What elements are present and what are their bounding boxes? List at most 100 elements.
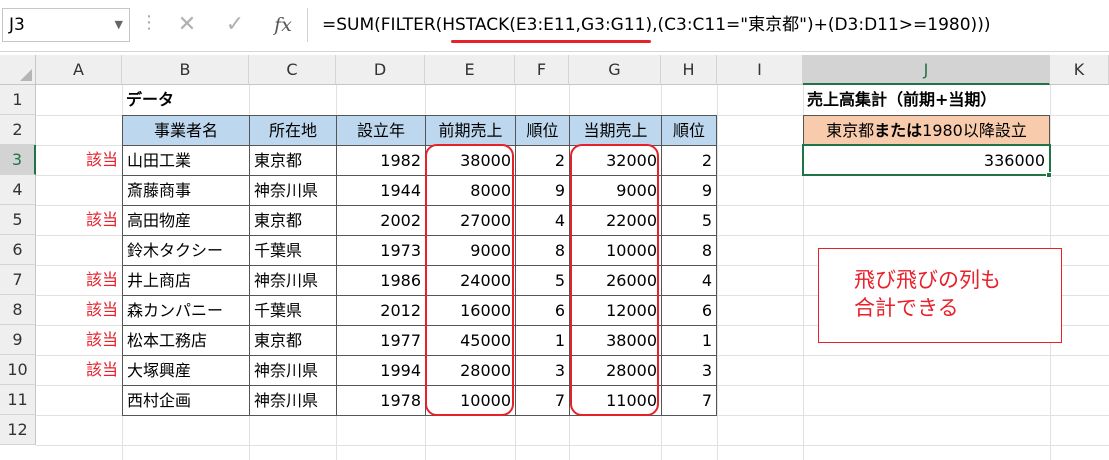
cell-name[interactable]: 井上商店 <box>122 265 250 296</box>
cell-curr[interactable]: 32000 <box>569 145 662 176</box>
cell-prev[interactable]: 9000 <box>425 235 516 266</box>
cell-prev[interactable]: 28000 <box>425 355 516 386</box>
cell-curr[interactable]: 11000 <box>569 385 662 416</box>
table-header-year[interactable]: 設立年 <box>336 115 426 146</box>
cell-loc[interactable]: 神奈川県 <box>249 385 337 416</box>
cell-flag[interactable]: 該当 <box>36 355 122 385</box>
row-header-8[interactable]: 8 <box>0 295 36 325</box>
cell-year[interactable]: 2012 <box>336 295 426 326</box>
result-cell[interactable]: 336000 <box>802 144 1051 176</box>
table-header-curr-sales[interactable]: 当期売上 <box>569 115 662 146</box>
row-header-4[interactable]: 4 <box>0 175 36 205</box>
cell-rank1[interactable]: 3 <box>515 355 570 386</box>
cell-loc[interactable]: 千葉県 <box>249 235 337 266</box>
col-header-a[interactable]: A <box>36 55 122 85</box>
cell-loc[interactable]: 神奈川県 <box>249 175 337 206</box>
cell-flag[interactable]: 該当 <box>36 205 122 235</box>
row-header-9[interactable]: 9 <box>0 325 36 355</box>
cell-rank2[interactable]: 3 <box>661 355 717 386</box>
cell-loc[interactable]: 東京都 <box>249 325 337 356</box>
row-header-2[interactable]: 2 <box>0 115 36 145</box>
cell-prev[interactable]: 27000 <box>425 205 516 236</box>
cell-loc[interactable]: 神奈川県 <box>249 265 337 296</box>
col-header-i[interactable]: I <box>717 55 803 85</box>
col-header-d[interactable]: D <box>336 55 425 85</box>
cell-rank2[interactable]: 7 <box>661 385 717 416</box>
cell-loc[interactable]: 千葉県 <box>249 295 337 326</box>
col-header-e[interactable]: E <box>425 55 515 85</box>
cell-year[interactable]: 1986 <box>336 265 426 296</box>
cell-year[interactable]: 1977 <box>336 325 426 356</box>
summary-title[interactable]: 売上高集計（前期+当期） <box>803 85 1050 115</box>
row-header-10[interactable]: 10 <box>0 355 36 385</box>
cell-flag[interactable] <box>36 175 122 205</box>
enter-icon[interactable]: ✓ <box>220 10 250 40</box>
cell-rank1[interactable]: 6 <box>515 295 570 326</box>
row-header-6[interactable]: 6 <box>0 235 36 265</box>
cancel-icon[interactable]: ✕ <box>172 10 202 40</box>
name-box[interactable]: J3 ▼ <box>2 8 130 42</box>
cell-year[interactable]: 2002 <box>336 205 426 236</box>
row-header-3[interactable]: 3 <box>0 145 36 175</box>
col-header-j[interactable]: J <box>803 55 1050 85</box>
cell-loc[interactable]: 神奈川県 <box>249 355 337 386</box>
cell-prev[interactable]: 8000 <box>425 175 516 206</box>
cell-curr[interactable]: 10000 <box>569 235 662 266</box>
cell-flag[interactable]: 該当 <box>36 145 122 175</box>
cell-curr[interactable]: 22000 <box>569 205 662 236</box>
cell-name[interactable]: 高田物産 <box>122 205 250 236</box>
cell-rank1[interactable]: 4 <box>515 205 570 236</box>
row-header-7[interactable]: 7 <box>0 265 36 295</box>
cell-rank2[interactable]: 9 <box>661 175 717 206</box>
formula-input[interactable]: =SUM(FILTER(HSTACK(E3:E11,G3:G11),(C3:C1… <box>307 8 1109 42</box>
cell-flag[interactable]: 該当 <box>36 325 122 355</box>
col-header-c[interactable]: C <box>249 55 336 85</box>
cell-loc[interactable]: 東京都 <box>249 145 337 176</box>
cell-curr[interactable]: 28000 <box>569 355 662 386</box>
cell-curr[interactable]: 9000 <box>569 175 662 206</box>
cell-year[interactable]: 1994 <box>336 355 426 386</box>
col-header-g[interactable]: G <box>569 55 661 85</box>
col-header-k[interactable]: K <box>1050 55 1109 85</box>
insert-function-icon[interactable]: fx <box>268 10 298 40</box>
cell-prev[interactable]: 45000 <box>425 325 516 356</box>
cell-flag[interactable]: 該当 <box>36 265 122 295</box>
chevron-down-icon[interactable]: ▼ <box>115 9 123 41</box>
cell-rank2[interactable]: 4 <box>661 265 717 296</box>
cell-year[interactable]: 1973 <box>336 235 426 266</box>
cell-name[interactable]: 鈴木タクシー <box>122 235 250 266</box>
cell-flag[interactable] <box>36 385 122 415</box>
col-header-b[interactable]: B <box>122 55 249 85</box>
row-header-12[interactable]: 12 <box>0 415 36 445</box>
sheet-title[interactable]: データ <box>122 85 249 115</box>
cell-name[interactable]: 西村企画 <box>122 385 250 416</box>
cell-flag[interactable]: 該当 <box>36 295 122 325</box>
cell-name[interactable]: 松本工務店 <box>122 325 250 356</box>
table-header-location[interactable]: 所在地 <box>249 115 337 146</box>
cell-rank2[interactable]: 8 <box>661 235 717 266</box>
cell-year[interactable]: 1982 <box>336 145 426 176</box>
cell-rank2[interactable]: 1 <box>661 325 717 356</box>
cell-rank1[interactable]: 9 <box>515 175 570 206</box>
table-header-prev-sales[interactable]: 前期売上 <box>425 115 516 146</box>
row-header-11[interactable]: 11 <box>0 385 36 415</box>
cell-rank1[interactable]: 8 <box>515 235 570 266</box>
cell-rank1[interactable]: 5 <box>515 265 570 296</box>
row-header-1[interactable]: 1 <box>0 85 36 115</box>
cell-rank2[interactable]: 2 <box>661 145 717 176</box>
table-header-rank2[interactable]: 順位 <box>661 115 717 146</box>
cell-flag[interactable] <box>36 235 122 265</box>
cell-rank2[interactable]: 6 <box>661 295 717 326</box>
col-header-h[interactable]: H <box>661 55 717 85</box>
cell-prev[interactable]: 10000 <box>425 385 516 416</box>
cell-rank1[interactable]: 1 <box>515 325 570 356</box>
row-header-5[interactable]: 5 <box>0 205 36 235</box>
cell-name[interactable]: 山田工業 <box>122 145 250 176</box>
condition-cell[interactable]: 東京都または1980以降設立 <box>803 115 1050 146</box>
cell-rank1[interactable]: 7 <box>515 385 570 416</box>
cell-curr[interactable]: 38000 <box>569 325 662 356</box>
cell-rank1[interactable]: 2 <box>515 145 570 176</box>
select-all-button[interactable] <box>0 55 36 85</box>
cell-year[interactable]: 1978 <box>336 385 426 416</box>
cell-loc[interactable]: 東京都 <box>249 205 337 236</box>
